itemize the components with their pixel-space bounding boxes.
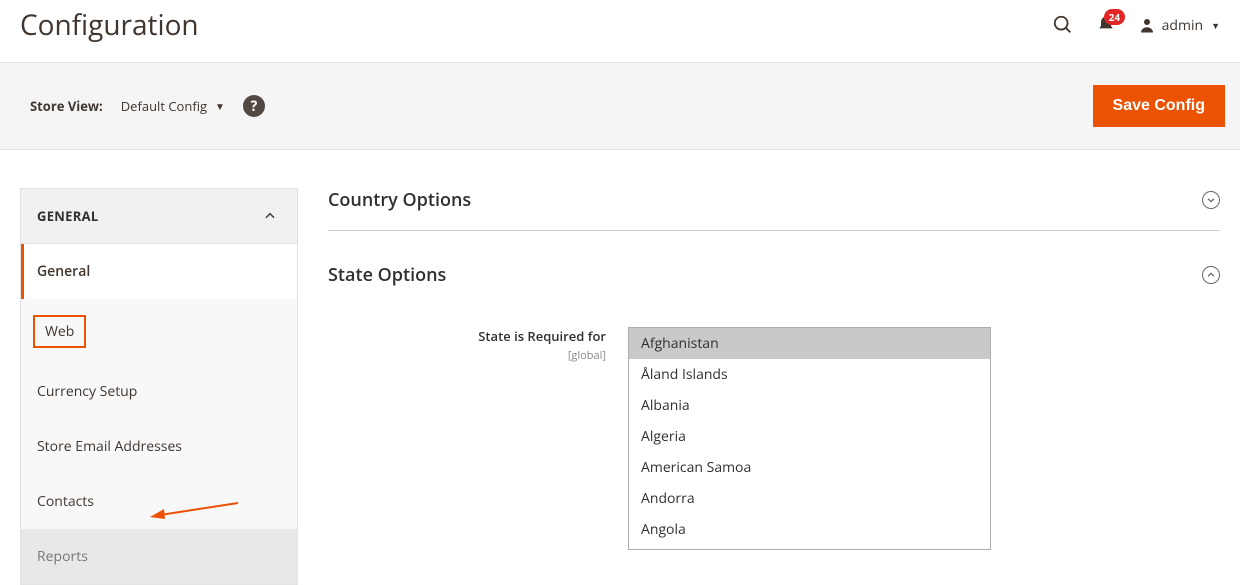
sidebar-group-general[interactable]: GENERAL: [21, 189, 297, 244]
notification-badge: 24: [1104, 9, 1125, 25]
country-option[interactable]: Åland Islands: [629, 359, 990, 390]
notifications-icon[interactable]: 24: [1096, 15, 1116, 35]
section-title: Country Options: [328, 188, 471, 212]
section-state-options[interactable]: State Options: [328, 263, 1220, 305]
config-sidebar: GENERAL General Web Currency Setup Store…: [20, 188, 298, 585]
country-option[interactable]: Albania: [629, 390, 990, 421]
section-country-options[interactable]: Country Options: [328, 188, 1220, 231]
search-icon[interactable]: [1052, 14, 1074, 36]
sidebar-item-web[interactable]: Web: [33, 315, 86, 348]
expand-icon: [1202, 191, 1220, 209]
collapse-icon: [1202, 266, 1220, 284]
state-required-multiselect[interactable]: AfghanistanÅland IslandsAlbaniaAlgeriaAm…: [628, 327, 991, 550]
save-config-button[interactable]: Save Config: [1093, 85, 1225, 127]
admin-user-menu[interactable]: admin ▼: [1138, 16, 1220, 35]
sidebar-item-general[interactable]: General: [21, 244, 297, 299]
arrow-annotation-icon: [150, 499, 240, 519]
country-option[interactable]: Afghanistan: [629, 328, 990, 359]
chevron-down-icon: ▼: [215, 99, 225, 113]
store-view-value: Default Config: [121, 97, 207, 115]
field-label-state-required: State is Required for: [478, 327, 606, 345]
country-option[interactable]: Andorra: [629, 483, 990, 514]
country-option[interactable]: American Samoa: [629, 452, 990, 483]
admin-name: admin: [1162, 16, 1203, 35]
chevron-down-icon: ▼: [1211, 19, 1220, 32]
country-option[interactable]: Algeria: [629, 421, 990, 452]
help-icon[interactable]: ?: [243, 95, 265, 117]
sidebar-item-reports[interactable]: Reports: [21, 529, 297, 584]
sidebar-item-email[interactable]: Store Email Addresses: [21, 419, 297, 474]
country-option[interactable]: Angola: [629, 514, 990, 545]
sidebar-group-label: GENERAL: [37, 207, 99, 225]
section-title: State Options: [328, 263, 446, 287]
field-scope: [global]: [328, 348, 606, 363]
sidebar-item-currency[interactable]: Currency Setup: [21, 364, 297, 419]
country-option[interactable]: Anguilla: [629, 545, 990, 550]
user-icon: [1138, 16, 1156, 34]
store-view-label: Store View:: [30, 97, 103, 115]
page-title: Configuration: [20, 6, 199, 44]
store-view-select[interactable]: Default Config ▼: [121, 97, 225, 115]
chevron-up-icon: [263, 209, 277, 223]
